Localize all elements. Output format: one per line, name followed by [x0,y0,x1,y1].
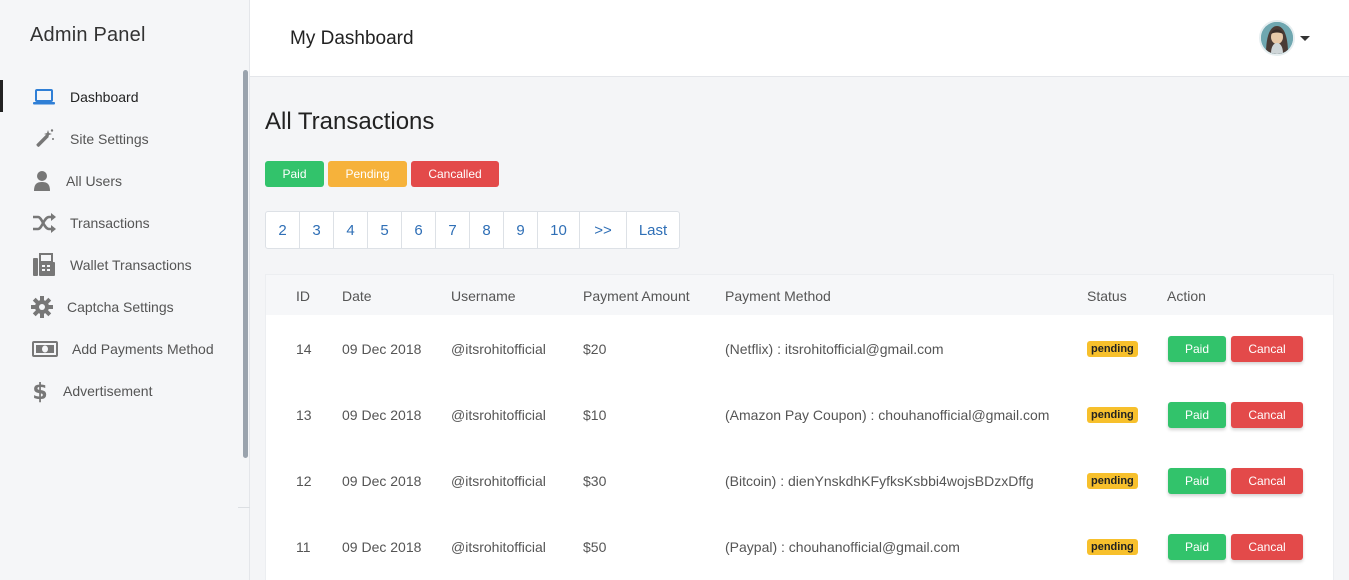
cancel-button[interactable]: Cancal [1231,402,1303,428]
table-row: 14 09 Dec 2018 @itsrohitofficial $20 (Ne… [266,316,1333,382]
user-icon [30,169,54,193]
section-heading: All Transactions [265,108,435,135]
cell-username: @itsrohitofficial [451,539,546,555]
filter-paid-button[interactable]: Paid [265,161,324,187]
column-header-status: Status [1087,288,1127,304]
page-link[interactable]: 10 [538,212,580,248]
cell-id: 14 [296,341,312,357]
page-link[interactable]: 3 [300,212,334,248]
cell-amount: $20 [583,341,607,357]
sidebar-item-label: Wallet Transactions [70,257,192,273]
sidebar-item-label: Site Settings [70,131,149,147]
sidebar-item-dashboard[interactable]: Dashboard [0,76,244,118]
table-row: 12 09 Dec 2018 @itsrohitofficial $30 (Bi… [266,448,1333,514]
page-link[interactable]: 7 [436,212,470,248]
filter-pending-button[interactable]: Pending [328,161,407,187]
divider [238,507,250,508]
money-bill-icon [32,337,58,361]
cell-id: 13 [296,407,312,423]
pagination: 2 3 4 5 6 7 8 9 10 >> Last [265,211,680,249]
page-link[interactable]: 4 [334,212,368,248]
mark-paid-button[interactable]: Paid [1168,402,1226,428]
table-header: ID Date Username Payment Amount Payment … [266,275,1333,315]
gear-icon [30,295,54,319]
sidebar-item-label: Captcha Settings [67,299,174,315]
page-link[interactable]: 8 [470,212,504,248]
column-header-method: Payment Method [725,288,831,304]
sidebar-nav: Dashboard Site Settings All Users Transa… [0,76,244,412]
page-link[interactable]: 5 [368,212,402,248]
svg-text:$: $ [32,380,47,403]
column-header-username: Username [451,288,516,304]
page-link[interactable]: 9 [504,212,538,248]
user-avatar[interactable] [1259,20,1295,56]
status-badge: pending [1087,473,1138,489]
cell-date: 09 Dec 2018 [342,341,422,357]
column-header-id: ID [296,288,310,304]
cell-username: @itsrohitofficial [451,473,546,489]
sidebar-item-wallet-transactions[interactable]: Wallet Transactions [0,244,244,286]
cell-id: 11 [296,539,311,555]
shuffle-icon [32,211,56,235]
cell-date: 09 Dec 2018 [342,539,422,555]
column-header-action: Action [1167,288,1206,304]
sidebar-scrollbar[interactable] [243,70,248,458]
magic-wand-icon [32,127,56,151]
page-title: My Dashboard [290,28,414,49]
mark-paid-button[interactable]: Paid [1168,468,1226,494]
cell-amount: $30 [583,473,607,489]
column-header-amount: Payment Amount [583,288,690,304]
cell-date: 09 Dec 2018 [342,473,422,489]
table-row: 11 09 Dec 2018 @itsrohitofficial $50 (Pa… [266,514,1333,580]
sidebar-item-all-users[interactable]: All Users [0,160,244,202]
status-badge: pending [1087,407,1138,423]
cancel-button[interactable]: Cancal [1231,468,1303,494]
cancel-button[interactable]: Cancal [1231,534,1303,560]
transactions-table: ID Date Username Payment Amount Payment … [265,274,1334,580]
sidebar-item-label: All Users [66,173,123,189]
laptop-icon [32,85,56,109]
status-badge: pending [1087,539,1138,555]
cell-method: (Amazon Pay Coupon) : chouhanofficial@gm… [725,407,1050,423]
fax-icon [32,253,56,277]
topbar: My Dashboard [250,0,1349,77]
sidebar-item-advertisement[interactable]: $ Advertisement [0,370,244,412]
page-link[interactable]: 2 [266,212,300,248]
cancel-button[interactable]: Cancal [1231,336,1303,362]
mark-paid-button[interactable]: Paid [1168,534,1226,560]
page-link[interactable]: 6 [402,212,436,248]
sidebar-item-add-payments-method[interactable]: Add Payments Method [0,328,244,370]
sidebar-item-site-settings[interactable]: Site Settings [0,118,244,160]
cell-method: (Bitcoin) : dienYnskdhKFyfksKsbbi4wojsBD… [725,473,1034,489]
sidebar-item-label: Transactions [70,215,150,231]
filter-cancelled-button[interactable]: Cancalled [411,161,499,187]
column-header-date: Date [342,288,372,304]
mark-paid-button[interactable]: Paid [1168,336,1226,362]
sidebar-item-transactions[interactable]: Transactions [0,202,244,244]
cell-username: @itsrohitofficial [451,341,546,357]
next-page-link[interactable]: >> [580,212,627,248]
brand-title: Admin Panel [30,24,146,46]
sidebar-item-captcha-settings[interactable]: Captcha Settings [0,286,244,328]
cell-method: (Paypal) : chouhanofficial@gmail.com [725,539,960,555]
cell-method: (Netflix) : itsrohitofficial@gmail.com [725,341,944,357]
sidebar-item-label: Advertisement [63,383,153,399]
cell-date: 09 Dec 2018 [342,407,422,423]
cell-amount: $10 [583,407,607,423]
last-page-link[interactable]: Last [627,212,679,248]
sidebar-item-label: Add Payments Method [72,341,214,357]
dollar-icon: $ [28,379,52,403]
caret-down-icon[interactable] [1300,36,1310,41]
sidebar-item-label: Dashboard [70,89,139,105]
cell-id: 12 [296,473,312,489]
sidebar: Admin Panel Dashboard Site Settings All … [0,0,250,580]
cell-amount: $50 [583,539,607,555]
table-row: 13 09 Dec 2018 @itsrohitofficial $10 (Am… [266,382,1333,448]
cell-username: @itsrohitofficial [451,407,546,423]
status-badge: pending [1087,341,1138,357]
